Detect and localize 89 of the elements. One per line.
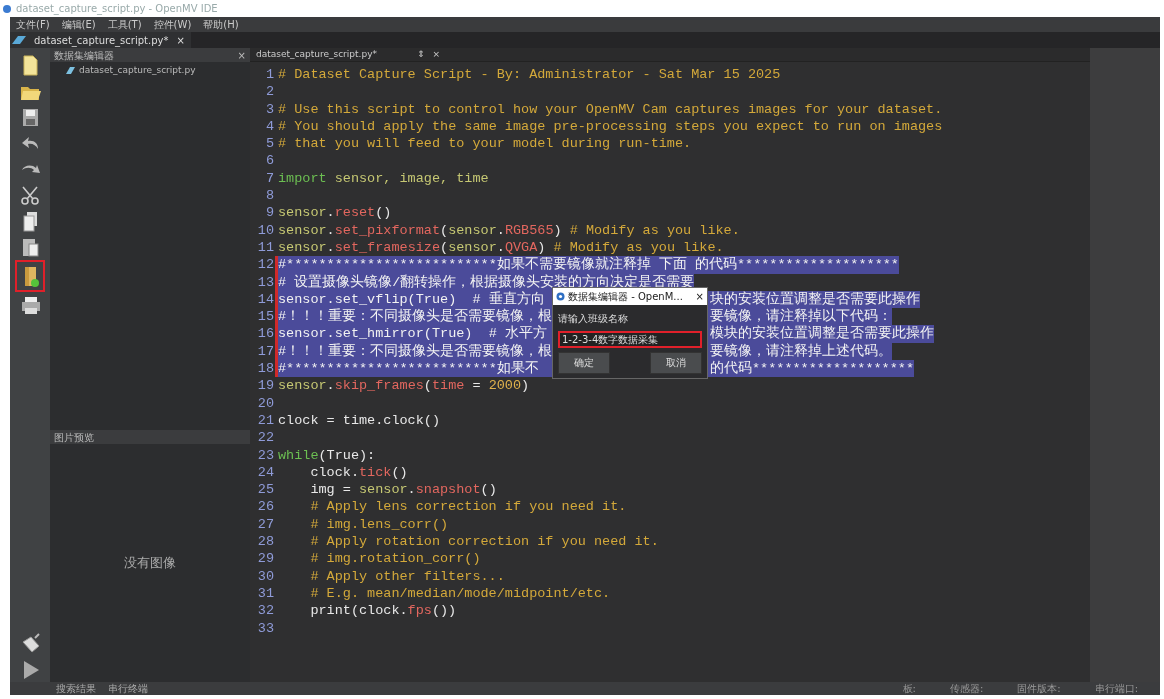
printer-icon [19,294,41,316]
close-button[interactable]: × [695,287,704,306]
line-number: 18 [256,360,274,378]
line-number: 12 [256,256,274,274]
line-number: 28 [256,533,274,551]
python-file-icon [12,34,26,46]
line-number: 20 [256,394,274,412]
line-number: 27 [256,515,274,533]
line-number: 19 [256,377,274,395]
code-line: sensor.skip_frames(time = 2000) [278,377,530,395]
code-line: clock.tick() [309,463,408,482]
line-number: 24 [256,463,274,482]
line-number: 10 [256,221,274,239]
empty-message: 没有图像 [124,554,176,573]
code-line: sensor.reset() [278,204,392,222]
status-label: 固件版本: [1017,682,1061,696]
line-number: 1 [264,66,274,84]
app-logo-icon [556,292,565,301]
code-line: sensor.set_framesize(sensor.QVGA) # Modify as you like. [278,238,724,256]
code-line: # Apply other filters... [309,567,505,585]
line-number: 29 [256,550,274,568]
code-line: # Dataset Capture Script - By: Administrator - Sat Mar 15 2025 [278,66,781,84]
menu-item[interactable]: 帮助(H) [203,17,239,32]
line-number: 13 [256,273,274,291]
line-number: 8 [264,187,274,205]
close-button[interactable]: × [176,32,185,48]
close-button[interactable]: × [237,47,246,63]
line-number: 2 [264,83,274,101]
code-line: import sensor, image, time [278,169,489,188]
line-number: 17 [256,342,274,361]
menu-item[interactable]: 工具(T) [107,17,142,32]
dialog-title: 数据集编辑器 - OpenM... [568,289,684,304]
line-number: 31 [256,584,274,603]
python-file-icon [66,66,75,76]
line-number: 5 [264,135,274,153]
file-tab[interactable]: dataset_capture_script.py* × [10,32,191,48]
code-line: # Apply rotation correction if you need it. [309,533,659,551]
code-line: # E.g. mean/median/mode/midpoint/etc. [309,584,611,603]
status-label: 板: [902,682,916,696]
panel-title: 图片预览 [54,430,94,445]
line-number: 9 [264,204,274,222]
menu-item[interactable]: 编辑(E) [61,17,96,32]
code-line: # Apply lens correction if you need it. [309,498,627,516]
line-number: 11 [256,238,274,257]
dialog-button[interactable]: 确定 [558,352,610,374]
code-line: img = sensor.snapshot() [309,481,497,499]
dialog-button[interactable]: 取消 [650,352,702,374]
code-line: print(clock.fps()) [309,602,457,620]
bottom-tab[interactable]: 串行终端 [108,681,148,696]
toolbar-button[interactable] [15,260,45,292]
file-tab-label: dataset_capture_script.py* [34,33,169,48]
window-title: dataset_capture_script.py - OpenMV IDE [16,2,218,16]
line-number: 23 [256,446,274,464]
file-tree-item[interactable]: dataset_capture_script.py [50,62,250,80]
line-number: 22 [256,429,274,447]
status-label: 传感器: [949,682,984,696]
line-number: 6 [264,152,274,170]
code-line: # that you will feed to your model during run-time. [278,135,692,153]
status-label: 串行端口: [1094,682,1138,696]
code-line: # img.lens_corr() [309,515,449,533]
line-number: 16 [256,325,274,343]
scissors-icon [19,184,41,206]
line-number: 32 [256,602,274,620]
panel-title: 数据集编辑器 [54,48,114,63]
code-line: # Use this script to control how your OpenMV Cam captures images for your dataset. [278,100,943,118]
code-line: # img.rotation_corr() [309,550,481,568]
menu-item[interactable]: 文件(F) [16,17,50,32]
app-logo-icon [2,3,12,14]
line-number: 4 [264,117,274,136]
line-number: 30 [256,567,274,585]
code-line: while(True): [278,446,376,464]
editor-tab[interactable]: dataset_capture_script.py* [256,47,377,62]
line-number: 21 [256,411,274,430]
menu-item[interactable]: 控件(W) [153,17,192,32]
prompt-label: 请输入班级名称 [558,312,629,326]
close-button[interactable]: × [432,47,441,62]
input-field[interactable]: 1-2-3-4数字数据采集 [558,331,702,349]
bottom-tab[interactable]: 搜索结果 [56,681,96,696]
code-line: # You should apply the same image pre-processing steps you expect to run on images [278,117,943,136]
code-line: clock = time.clock() [278,411,441,430]
line-number: 7 [264,169,274,188]
line-number: 26 [256,498,274,516]
line-number: 25 [256,481,274,499]
line-number: 14 [256,290,274,309]
split-button[interactable]: ⇕ [416,47,425,62]
line-number: 33 [256,619,274,637]
line-number: 15 [256,308,274,326]
line-number: 3 [264,100,274,118]
code-line: sensor.set_pixformat(sensor.RGB565) # Modify as you like. [278,221,740,239]
